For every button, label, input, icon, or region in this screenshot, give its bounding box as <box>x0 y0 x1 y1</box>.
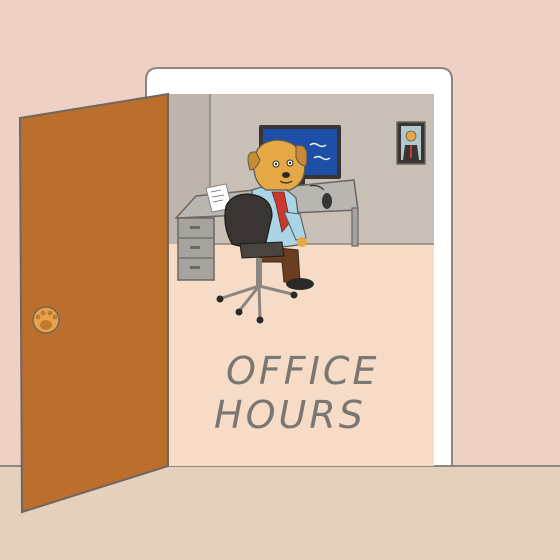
dog-shoe <box>286 278 314 290</box>
paw-print-icon[interactable] <box>32 306 60 334</box>
door-panel[interactable] <box>18 92 169 514</box>
office-door-illustration: OFFICE HOURS <box>0 0 560 560</box>
sign-line-office: OFFICE <box>226 349 379 393</box>
open-door[interactable] <box>18 92 169 514</box>
sign-line-hours: HOURS <box>214 393 366 437</box>
office-interior: OFFICE HOURS <box>168 94 434 466</box>
dog-portrait-icon <box>396 121 426 165</box>
